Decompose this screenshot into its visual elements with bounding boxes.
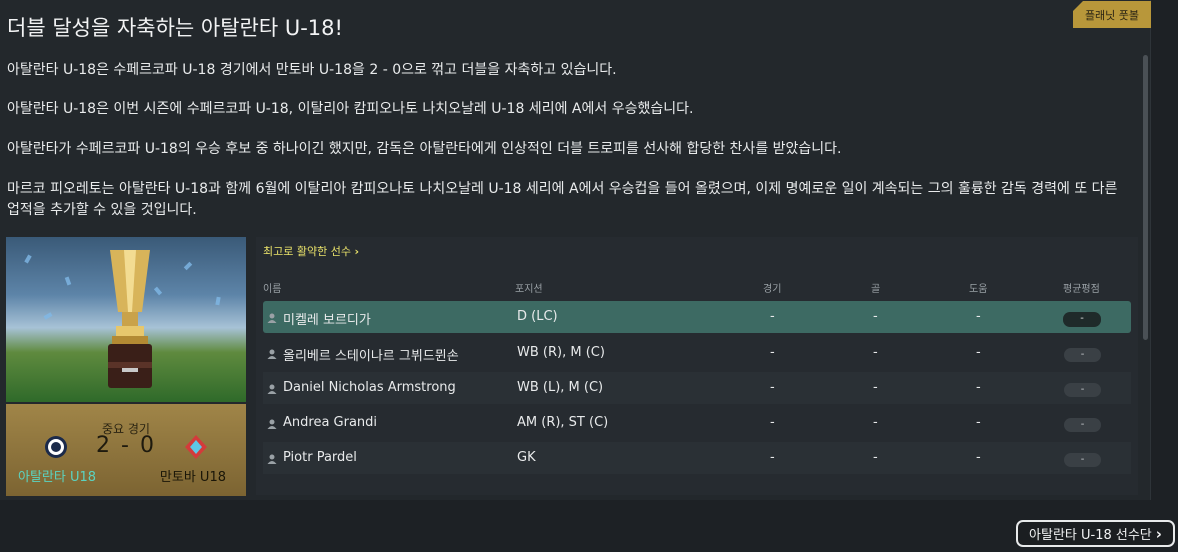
table-row[interactable]: Andrea Grandi AM (R), ST (C) - - - - [263,407,1131,439]
news-headline: 더블 달성을 자축하는 아탈란타 U-18! [7,16,343,40]
player-goals: - [873,345,878,360]
player-assists: - [976,380,981,395]
column-header-apps[interactable]: 경기 [763,280,781,295]
key-match-card[interactable]: 중요 경기 2 - 0 아탈란타 U18 만토바 U18 [6,404,246,496]
table-row[interactable]: Piotr Pardel GK - - - - [263,442,1131,474]
player-rating: - [1064,383,1101,397]
player-goals: - [873,415,878,430]
column-header-goals[interactable]: 골 [871,280,880,295]
player-rating: - [1063,312,1101,327]
player-position: WB (L), M (C) [517,380,604,395]
confetti [215,296,221,306]
chevron-right-icon: › [354,245,359,258]
confetti [183,261,193,271]
confetti [64,276,72,286]
player-position: AM (R), ST (C) [517,415,609,430]
player-goals: - [873,380,878,395]
home-team-name[interactable]: 아탈란타 U18 [18,466,96,485]
match-score: 2 - 0 [96,433,156,458]
player-apps: - [770,345,775,360]
squad-button[interactable]: 아탈란타 U-18 선수단 › [1016,520,1175,547]
top-players-link[interactable]: 최고로 활약한 선수 › [263,243,359,259]
player-assists: - [976,415,981,430]
player-name[interactable]: Daniel Nicholas Armstrong [283,380,456,395]
player-position: GK [517,450,536,465]
player-position: D (LC) [517,309,558,324]
player-goals: - [873,450,878,465]
confetti [24,254,32,264]
player-rating: - [1064,348,1101,362]
person-icon [267,349,277,359]
player-rating: - [1064,453,1101,467]
player-apps: - [770,450,775,465]
player-name[interactable]: Piotr Pardel [283,450,357,465]
person-icon [267,384,277,394]
confetti [43,312,53,320]
column-header-name[interactable]: 이름 [263,280,281,295]
table-row[interactable]: 올리베르 스테이나르 그뷔드뮌손 WB (R), M (C) - - - - [263,337,1131,369]
person-icon [267,454,277,464]
player-apps: - [770,309,775,324]
player-assists: - [976,345,981,360]
source-tag: 플래닛 풋볼 [1073,1,1151,28]
news-paragraph-3: 아탈란타가 수페르코파 U-18의 우승 후보 중 하나이긴 했지만, 감독은 … [7,141,842,157]
player-assists: - [976,309,981,324]
person-icon [267,419,277,429]
table-row[interactable]: 미켈레 보르디가 D (LC) - - - - [263,301,1131,333]
player-position: WB (R), M (C) [517,345,605,360]
player-apps: - [770,380,775,395]
trophy-image [6,237,246,402]
player-rating: - [1064,418,1101,432]
column-header-position[interactable]: 포지션 [515,280,543,295]
scrollbar[interactable] [1143,55,1148,340]
away-team-name[interactable]: 만토바 U18 [160,466,226,485]
player-goals: - [873,309,878,324]
top-players-table: 최고로 활약한 선수 › 이름 포지션 경기 골 도움 평균평점 미켈레 보르디… [256,237,1138,495]
table-row[interactable]: Daniel Nicholas Armstrong WB (L), M (C) … [263,372,1131,404]
squad-button-label: 아탈란타 U-18 선수단 [1029,528,1152,543]
player-name[interactable]: 미켈레 보르디가 [283,309,371,328]
column-header-assists[interactable]: 도움 [969,280,987,295]
news-paragraph-1: 아탈란타 U-18은 수페르코파 U-18 경기에서 만토바 U-18을 2 -… [7,62,617,78]
player-assists: - [976,450,981,465]
mantova-crest-icon [185,435,207,459]
news-panel: 더블 달성을 자축하는 아탈란타 U-18! 플래닛 풋볼 아탈란타 U-18은… [0,0,1151,500]
person-icon [267,313,277,323]
player-name[interactable]: Andrea Grandi [283,415,377,430]
top-players-title: 최고로 활약한 선수 [263,245,351,258]
news-paragraph-4: 마르코 피오레토는 아탈란타 U-18과 함께 6월에 이탈리아 캄피오나토 나… [7,181,1118,218]
chevron-right-icon: › [1155,524,1162,543]
column-header-rating[interactable]: 평균평점 [1063,280,1100,295]
player-name[interactable]: 올리베르 스테이나르 그뷔드뮌손 [283,345,459,364]
trophy-icon [108,250,152,388]
atalanta-crest-icon [45,436,67,458]
news-paragraph-2: 아탈란타 U-18은 이번 시즌에 수페르코파 U-18, 이탈리아 캄피오나토… [7,101,694,117]
player-apps: - [770,415,775,430]
